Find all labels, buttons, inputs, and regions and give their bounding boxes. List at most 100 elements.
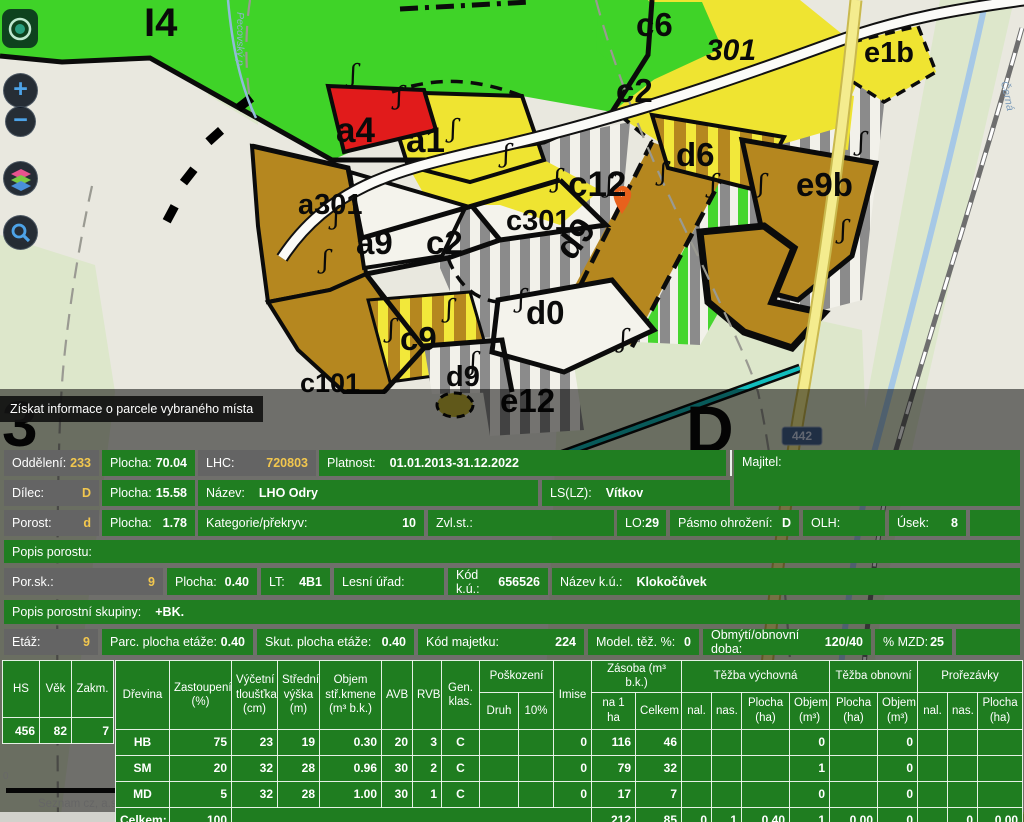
zoom-out-button[interactable]: − (5, 106, 36, 137)
table-cell: 0.00 (978, 807, 1023, 822)
table-row: MD532281.00301C017700 (116, 781, 1023, 807)
minus-icon: − (13, 108, 28, 133)
table-cell: 17 (592, 781, 636, 807)
table-cell (742, 729, 790, 755)
table-cell: HB (116, 729, 170, 755)
col-plocha-pror: Plocha (ha) (978, 692, 1023, 729)
table-cell: 79 (592, 755, 636, 781)
group-tezba-vychovna: Těžba výchovná (682, 661, 830, 693)
table-cell: 5 (170, 781, 232, 807)
table-cell: 0 (554, 729, 592, 755)
group-zasoba: Zásoba (m³ b.k.) (592, 661, 682, 693)
svg-text:c2: c2 (426, 224, 463, 261)
col-10pct: 10% (519, 692, 554, 729)
table-cell (232, 807, 592, 822)
table-cell (480, 755, 519, 781)
svg-text:Pecovský p.: Pecovský p. (234, 12, 246, 69)
col-rvb: RVB (413, 661, 442, 730)
col-nas-pror: nas. (948, 692, 978, 729)
group-tezba-obnovni: Těžba obnovní (830, 661, 918, 693)
table-cell (519, 729, 554, 755)
table-cell (948, 781, 978, 807)
table-cell: 30 (382, 781, 413, 807)
species-table: Dřevina Zastoupení (%) Výčetní tloušťka … (115, 660, 1023, 822)
table-row: 456 82 7 (3, 718, 114, 744)
table-cell: 0.96 (320, 755, 382, 781)
table-cell: 0 (790, 781, 830, 807)
table-cell (830, 781, 878, 807)
col-na1ha: na 1 ha (592, 692, 636, 729)
svg-text:e1b: e1b (864, 37, 914, 69)
svg-text:a4: a4 (336, 111, 375, 150)
col-celkem: Celkem (636, 692, 682, 729)
table-cell: 32 (232, 755, 278, 781)
table-cell: 0.30 (320, 729, 382, 755)
svg-text:301: 301 (706, 34, 756, 67)
stand-summary-table: HS Věk Zakm. 456 82 7 (2, 660, 114, 744)
col-objem-vych: Objem (m³) (790, 692, 830, 729)
col-plocha-vych: Plocha (ha) (742, 692, 790, 729)
svg-text:e9b: e9b (796, 166, 853, 203)
svg-text:c2: c2 (616, 72, 653, 109)
svg-text:c12: c12 (568, 165, 626, 204)
table-cell: 1 (790, 755, 830, 781)
table-cell: 1 (413, 781, 442, 807)
table-cell (712, 729, 742, 755)
col-zastoupeni: Zastoupení (%) (170, 661, 232, 730)
table-cell (519, 781, 554, 807)
table-cell: C (442, 755, 480, 781)
col-vek: Věk (40, 661, 72, 718)
table-cell (918, 781, 948, 807)
zoom-in-button[interactable]: + (3, 73, 38, 108)
table-cell: 28 (278, 755, 320, 781)
table-cell: 116 (592, 729, 636, 755)
table-cell: 3 (413, 729, 442, 755)
table-cell: 100 (170, 807, 232, 822)
col-plocha-obn: Plocha (ha) (830, 692, 878, 729)
group-prorezavky: Prořezávky (918, 661, 1023, 693)
table-cell: 7 (636, 781, 682, 807)
layers-icon (9, 167, 33, 191)
svg-text:a1: a1 (406, 121, 445, 160)
app-screen: ✳ I4c6c2301e1ba4a1d6c12e9ba301c301a9c2d9… (0, 0, 1024, 822)
table-cell: 30 (382, 755, 413, 781)
table-cell: 85 (636, 807, 682, 822)
svg-text:d0: d0 (526, 294, 565, 331)
table-cell: 1 (712, 807, 742, 822)
search-icon (10, 222, 32, 244)
search-button[interactable] (3, 215, 38, 250)
col-hs: HS (3, 661, 40, 718)
table-cell (830, 755, 878, 781)
locate-button[interactable] (2, 9, 38, 48)
col-objem-obn: Objem (m³) (878, 692, 918, 729)
table-cell: C (442, 729, 480, 755)
table-cell: 456 (3, 718, 40, 744)
table-cell: 2 (413, 755, 442, 781)
table-cell: 0 (682, 807, 712, 822)
table-cell (978, 781, 1023, 807)
table-total-row: Celkem:10021285010.4010.00000.00 (116, 807, 1023, 822)
target-icon (7, 16, 33, 42)
table-cell: 0 (554, 781, 592, 807)
svg-text:a301: a301 (298, 189, 363, 221)
table-cell: 75 (170, 729, 232, 755)
table-cell: 0 (948, 807, 978, 822)
table-cell (742, 755, 790, 781)
col-vycetni-tloustka: Výčetní tloušťka (cm) (232, 661, 278, 730)
table-cell: 19 (278, 729, 320, 755)
table-row: HB7523190.30203C01164600 (116, 729, 1023, 755)
table-cell (682, 755, 712, 781)
table-cell (712, 781, 742, 807)
col-nal-vych: nal. (682, 692, 712, 729)
table-cell: 20 (382, 729, 413, 755)
table-cell (918, 755, 948, 781)
table-cell: 212 (592, 807, 636, 822)
table-cell (519, 755, 554, 781)
table-cell: C (442, 781, 480, 807)
table-cell: 0.00 (830, 807, 878, 822)
col-stredni-vyska: Střední výška (m) (278, 661, 320, 730)
col-gen-klas: Gen. klas. (442, 661, 480, 730)
layers-button[interactable] (3, 161, 38, 196)
table-cell (742, 781, 790, 807)
table-cell (830, 729, 878, 755)
